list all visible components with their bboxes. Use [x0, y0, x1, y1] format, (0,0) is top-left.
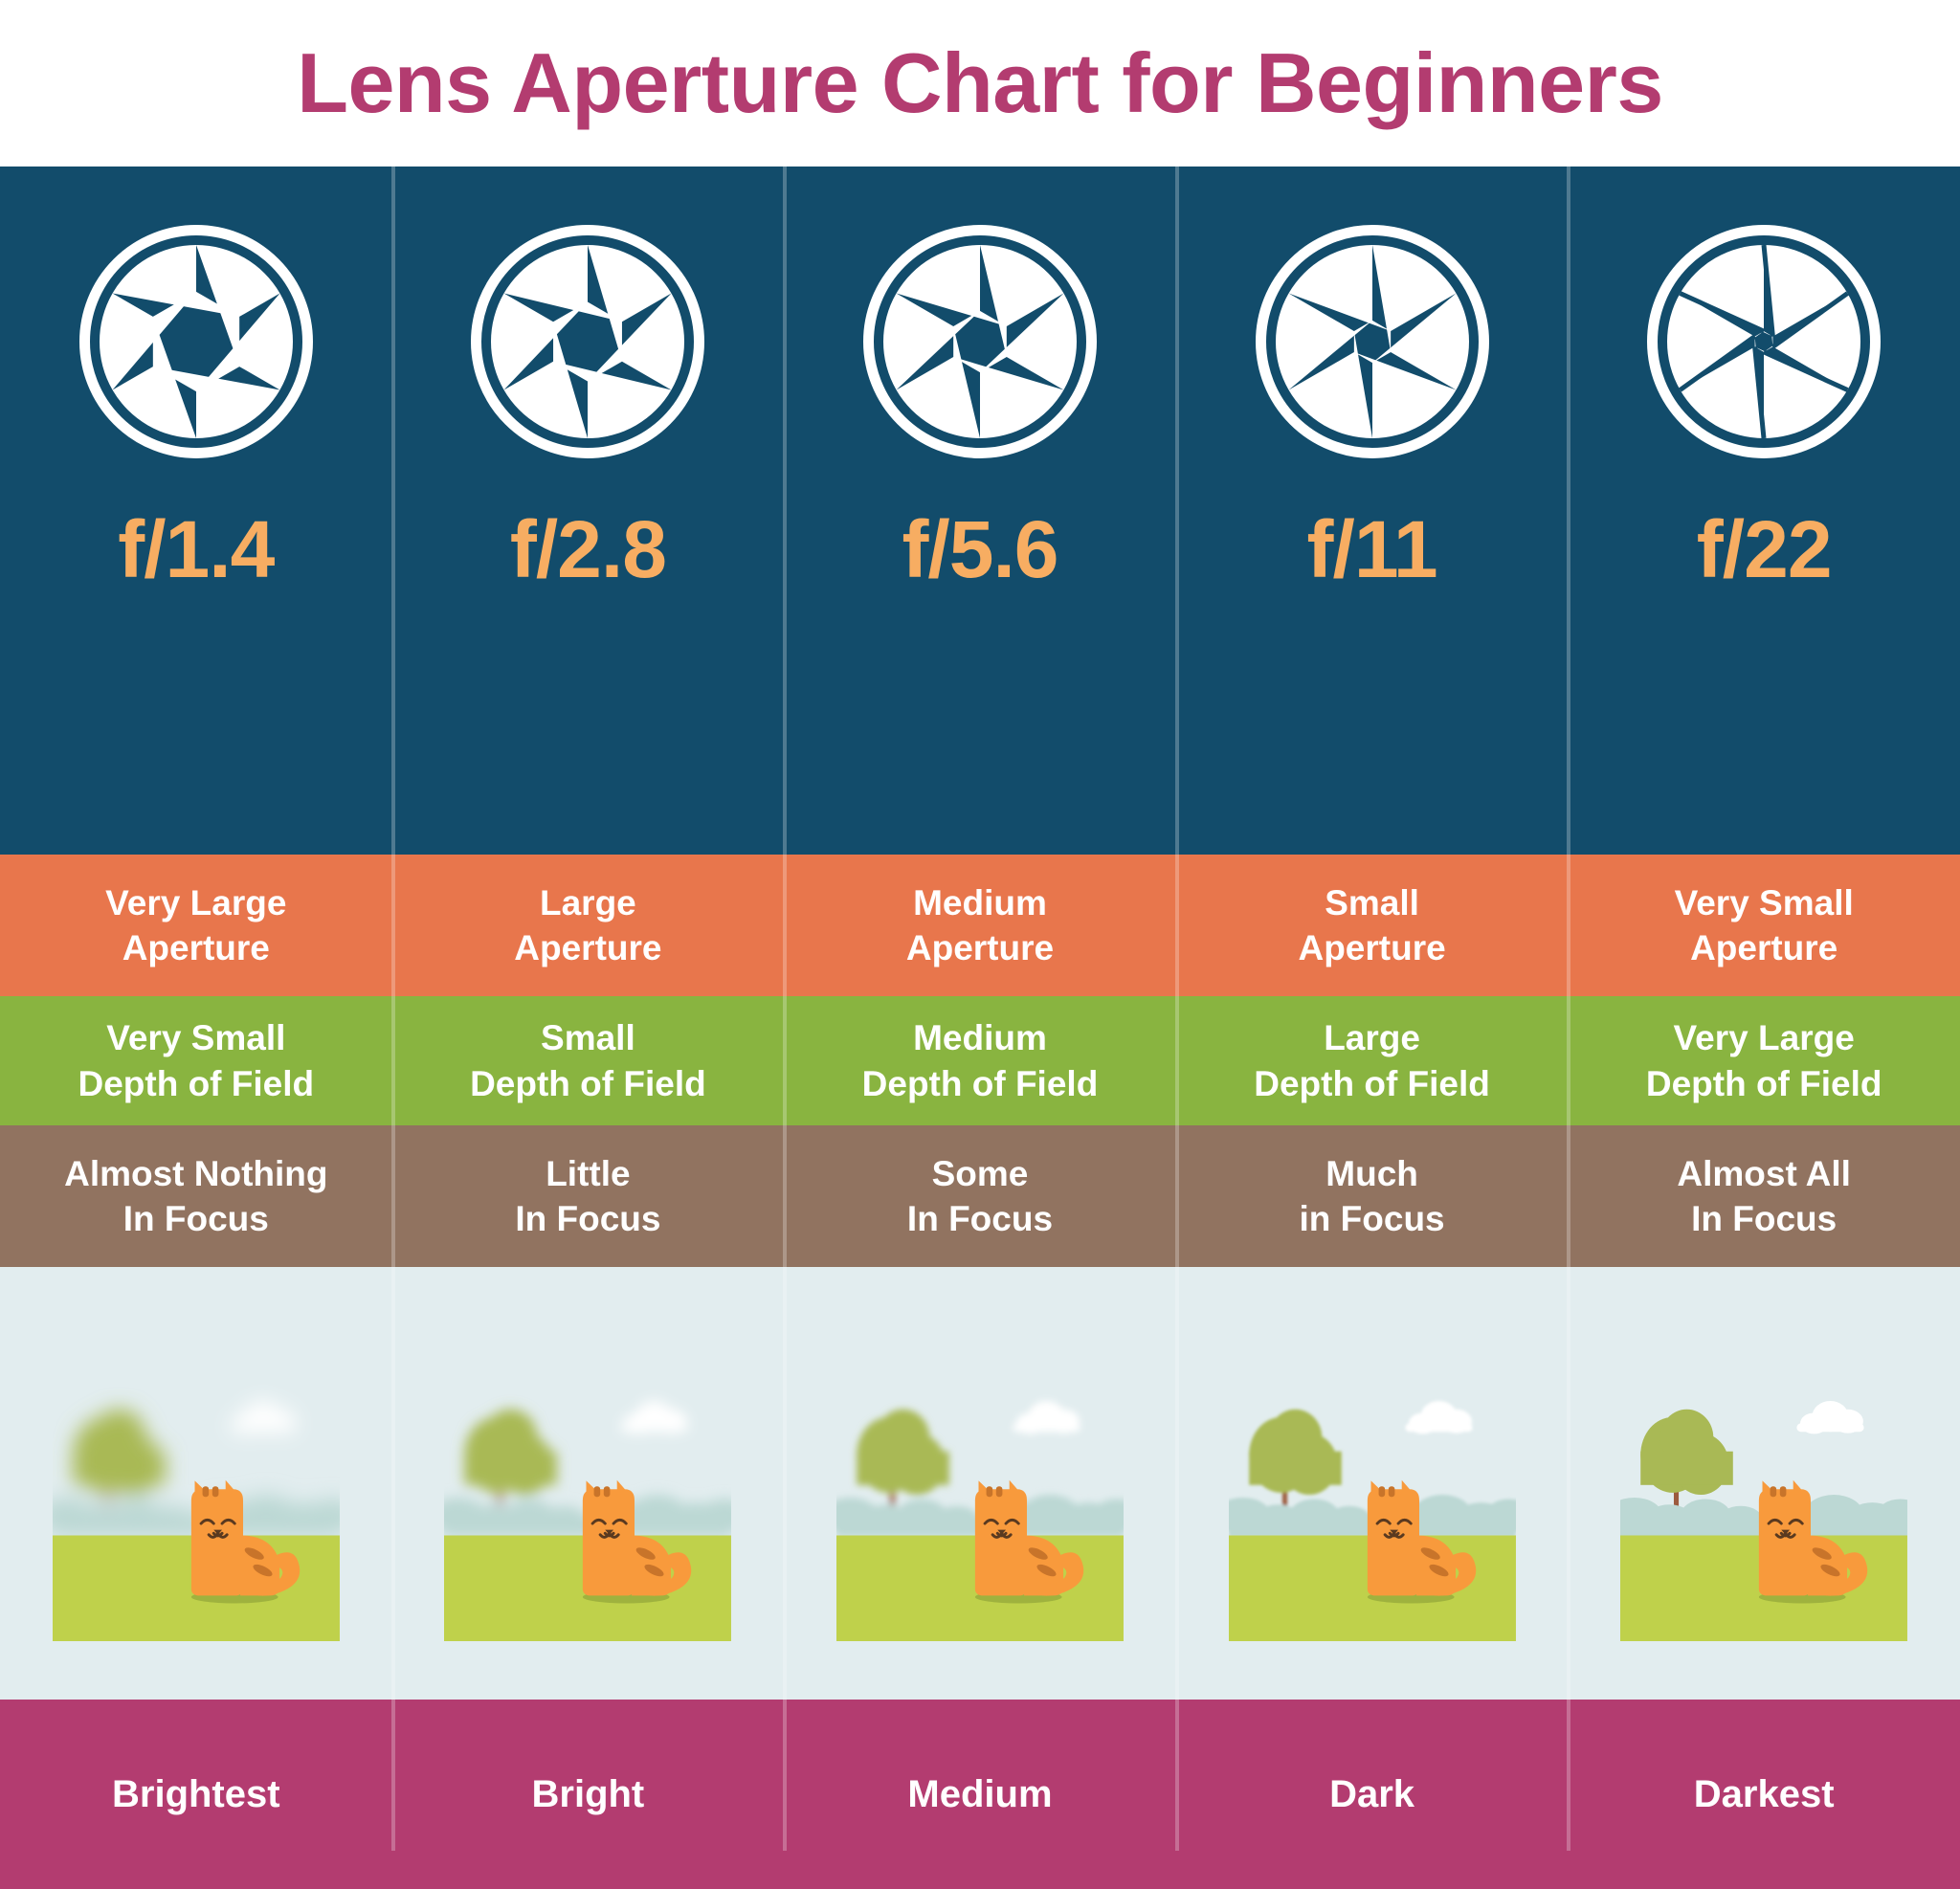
focus-line2: In Focus — [906, 1199, 1054, 1238]
dof-cell: Medium Depth of Field — [784, 996, 1176, 1125]
aperture-size-line2: Aperture — [122, 928, 270, 967]
cat-landscape-photo — [1228, 1324, 1516, 1642]
brightness-cell: Dark — [1176, 1700, 1569, 1889]
cat-landscape-photo — [836, 1324, 1124, 1642]
brightness-cell: Medium — [784, 1700, 1176, 1889]
focus-cell: Almost Nothing In Focus — [0, 1125, 392, 1267]
brightness-label: Dark — [1329, 1772, 1415, 1815]
focus-line2: In Focus — [515, 1199, 661, 1238]
row-brightness: Brightest Bright Medium Dark Darkest — [0, 1700, 1960, 1889]
brightness-cell: Darkest — [1568, 1700, 1960, 1889]
dof-line1: Small — [541, 1018, 635, 1058]
row-in-focus: Almost Nothing In Focus Little In Focus … — [0, 1125, 1960, 1267]
aperture-chart-grid: f/1.4 f/2.8 f/5.6 f/11 f/22 Very Large A… — [0, 167, 1960, 1889]
dof-cell: Large Depth of Field — [1176, 996, 1569, 1125]
header: Lens Aperture Chart for Beginners — [0, 0, 1960, 167]
sample-photo-cell — [1568, 1267, 1960, 1700]
brightness-cell: Brightest — [0, 1700, 392, 1889]
aperture-blades-icon — [462, 216, 713, 467]
brightness-cell: Bright — [392, 1700, 785, 1889]
sample-photo-cell — [392, 1267, 785, 1700]
focus-cell: Little In Focus — [392, 1125, 785, 1267]
sample-photo-cell — [1176, 1267, 1569, 1700]
aperture-size-line1: Very Small — [1674, 882, 1854, 922]
aperture-size-line2: Aperture — [1690, 928, 1838, 967]
fstop-label: f/22 — [1696, 504, 1833, 594]
sample-photo-cell — [0, 1267, 392, 1700]
column-0: f/1.4 — [0, 167, 392, 855]
column-2: f/5.6 — [784, 167, 1176, 855]
dof-cell: Small Depth of Field — [392, 996, 785, 1125]
column-4: f/22 — [1568, 167, 1960, 855]
aperture-blades-icon — [1247, 216, 1498, 467]
aperture-blades-open-icon — [71, 216, 322, 467]
dof-line1: Medium — [913, 1018, 1047, 1058]
fstop-label: f/5.6 — [902, 504, 1058, 594]
column-3: f/11 — [1176, 167, 1569, 855]
brightness-label: Medium — [907, 1772, 1053, 1815]
dof-line1: Very Small — [106, 1018, 286, 1058]
fstop-label: f/2.8 — [509, 504, 667, 594]
row-aperture-icons: f/1.4 f/2.8 f/5.6 f/11 f/22 — [0, 167, 1960, 855]
aperture-size-line2: Aperture — [905, 928, 1055, 967]
sample-photo-cell — [784, 1267, 1176, 1700]
dof-line2: Depth of Field — [78, 1063, 315, 1103]
row-sample-photos — [0, 1267, 1960, 1700]
dof-line2: Depth of Field — [861, 1063, 1099, 1103]
dof-cell: Very Large Depth of Field — [1568, 996, 1960, 1125]
aperture-size-line1: Small — [1325, 882, 1419, 922]
dof-line2: Depth of Field — [1645, 1063, 1882, 1103]
dof-cell: Very Small Depth of Field — [0, 996, 392, 1125]
aperture-size-cell: Small Aperture — [1176, 855, 1569, 996]
dof-line2: Depth of Field — [470, 1063, 706, 1103]
focus-line2: In Focus — [122, 1199, 269, 1238]
focus-line1: Almost Nothing — [64, 1153, 328, 1193]
focus-line2: In Focus — [1691, 1199, 1838, 1238]
column-1: f/2.8 — [392, 167, 785, 855]
row-depth-of-field: Very Small Depth of Field Small Depth of… — [0, 996, 1960, 1125]
cat-landscape-photo — [52, 1324, 340, 1642]
aperture-blades-icon — [855, 216, 1105, 467]
aperture-size-line2: Aperture — [514, 928, 662, 967]
fstop-label: f/1.4 — [118, 504, 275, 594]
dof-line1: Large — [1324, 1018, 1420, 1058]
aperture-size-cell: Very Small Aperture — [1568, 855, 1960, 996]
cat-landscape-photo — [444, 1324, 732, 1642]
page-title: Lens Aperture Chart for Beginners — [297, 35, 1663, 130]
aperture-size-line1: Very Large — [105, 882, 287, 922]
aperture-size-cell: Large Aperture — [392, 855, 785, 996]
cat-landscape-photo — [1620, 1324, 1908, 1642]
dof-line1: Very Large — [1673, 1018, 1855, 1058]
aperture-size-line2: Aperture — [1298, 928, 1446, 967]
fstop-label: f/11 — [1306, 504, 1438, 594]
brightness-label: Brightest — [112, 1772, 280, 1815]
brightness-label: Bright — [531, 1772, 645, 1815]
focus-line1: Some — [931, 1153, 1029, 1193]
focus-line2: in Focus — [1299, 1199, 1445, 1238]
aperture-size-cell: Very Large Aperture — [0, 855, 392, 996]
row-aperture-size: Very Large Aperture Large Aperture Mediu… — [0, 855, 1960, 996]
focus-cell: Some In Focus — [784, 1125, 1176, 1267]
aperture-blades-closed-icon — [1638, 216, 1889, 467]
aperture-size-line1: Medium — [913, 882, 1047, 922]
focus-cell: Much in Focus — [1176, 1125, 1569, 1267]
dof-line2: Depth of Field — [1254, 1063, 1490, 1103]
aperture-size-line1: Large — [540, 882, 636, 922]
focus-line1: Almost All — [1677, 1153, 1851, 1193]
focus-cell: Almost All In Focus — [1568, 1125, 1960, 1267]
aperture-size-cell: Medium Aperture — [784, 855, 1176, 996]
brightness-label: Darkest — [1693, 1772, 1835, 1815]
focus-line1: Little — [546, 1153, 631, 1193]
focus-line1: Much — [1325, 1153, 1418, 1193]
